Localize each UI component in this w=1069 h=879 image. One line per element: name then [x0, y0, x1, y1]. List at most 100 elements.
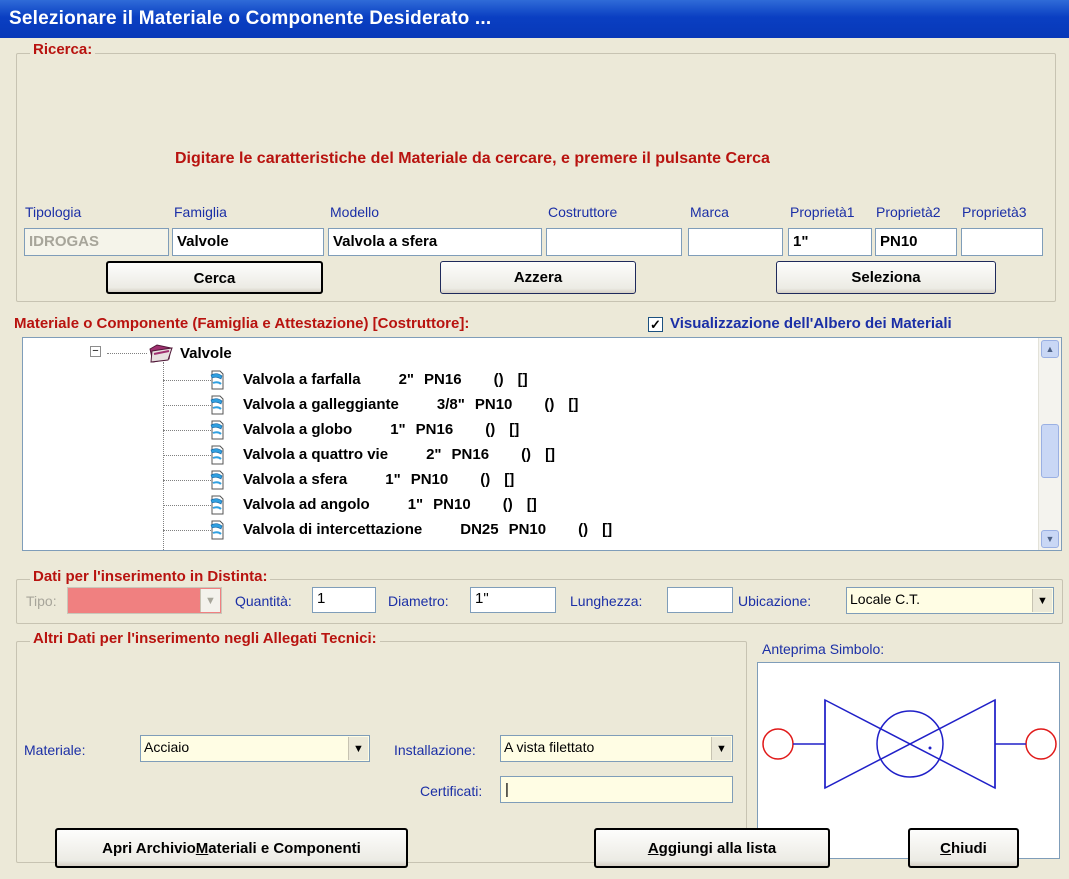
- installazione-select[interactable]: A vista filettato ▼: [500, 735, 733, 762]
- document-icon: [209, 369, 225, 395]
- lunghezza-label: Lunghezza:: [570, 593, 643, 609]
- proprieta2-field[interactable]: PN10: [875, 228, 957, 256]
- installazione-value: A vista filettato: [504, 739, 595, 755]
- scroll-down-icon[interactable]: ▼: [1041, 530, 1059, 548]
- modello-label: Modello: [330, 204, 380, 220]
- tipo-label: Tipo:: [26, 593, 57, 609]
- proprieta3-field[interactable]: [961, 228, 1043, 256]
- tree-item-pn: PN10: [508, 521, 547, 538]
- title-bar[interactable]: Selezionare il Materiale o Componente De…: [0, 0, 1069, 38]
- marca-label: Marca: [690, 204, 729, 220]
- tree-item-a: (): [544, 396, 555, 413]
- modello-field[interactable]: Valvola a sfera: [328, 228, 542, 256]
- tree-item-b: []: [545, 446, 556, 463]
- tipo-dropdown-icon[interactable]: ▼: [200, 589, 220, 612]
- tree-item-pn: PN10: [410, 471, 449, 488]
- famiglia-label: Famiglia: [174, 204, 227, 220]
- installazione-label: Installazione:: [394, 742, 476, 758]
- albero-checkbox[interactable]: ✓: [648, 317, 663, 332]
- window-title: Selezionare il Materiale o Componente De…: [9, 8, 492, 29]
- installazione-dropdown-icon[interactable]: ▼: [711, 737, 731, 760]
- chiudi-button[interactable]: Chiudi: [908, 828, 1019, 868]
- materiale-label: Materiale:: [24, 742, 86, 758]
- scroll-up-icon[interactable]: ▲: [1041, 340, 1059, 358]
- tree-expander-icon[interactable]: −: [90, 346, 101, 357]
- tree-item-a: (): [485, 421, 496, 438]
- proprieta1-field[interactable]: 1": [788, 228, 872, 256]
- document-icon: [209, 469, 225, 495]
- cerca-button-label: Cerca: [193, 270, 236, 287]
- proprieta3-label: Proprietà3: [962, 204, 1027, 220]
- tree-item-name: Valvola a sfera: [243, 471, 348, 488]
- tree-item[interactable]: Valvola a quattro vie 2" PN16 () []: [243, 443, 555, 467]
- materiale-select[interactable]: Acciaio ▼: [140, 735, 370, 762]
- azzera-button[interactable]: Azzera: [440, 261, 636, 294]
- ubicazione-select[interactable]: Locale C.T. ▼: [846, 587, 1054, 614]
- tree-header: Materiale o Componente (Famiglia e Attes…: [14, 315, 470, 332]
- certificati-label: Certificati:: [420, 783, 483, 799]
- tree-item-size: 1": [385, 471, 401, 488]
- tree-scrollbar[interactable]: ▲ ▼: [1038, 338, 1061, 550]
- diametro-field[interactable]: 1": [470, 587, 556, 613]
- materiale-dropdown-icon[interactable]: ▼: [348, 737, 368, 760]
- ubicazione-dropdown-icon[interactable]: ▼: [1032, 589, 1052, 612]
- document-icon: [209, 444, 225, 470]
- open-folder-icon: [147, 342, 175, 368]
- tree-item-a: (): [521, 446, 532, 463]
- tree-item-name: Valvola a quattro vie: [243, 446, 389, 463]
- lunghezza-field[interactable]: [667, 587, 733, 613]
- tree-item-pn: PN16: [451, 446, 490, 463]
- ubicazione-label: Ubicazione:: [738, 593, 812, 609]
- document-icon: [209, 419, 225, 445]
- distinta-legend: Dati per l'inserimento in Distinta:: [30, 568, 271, 585]
- dialog-body: Ricerca: Digitare le caratteristiche del…: [0, 38, 1069, 879]
- tree-item[interactable]: Valvola a farfalla 2" PN16 () []: [243, 368, 528, 392]
- tree-item[interactable]: Valvola a galleggiante 3/8" PN10 () []: [243, 393, 578, 417]
- tipo-select[interactable]: ▼: [67, 587, 222, 614]
- tree-item[interactable]: Valvola di intercettazione DN25 PN10 () []: [243, 518, 612, 542]
- tree-item-size: 1": [407, 496, 424, 513]
- materials-tree[interactable]: − Valvole Valvola a farfalla 2" PN16()[] Va…: [22, 337, 1062, 551]
- tipologia-field[interactable]: IDROGAS: [24, 228, 169, 256]
- tree-item[interactable]: Valvola ad angolo 1" PN10 () []: [243, 493, 537, 517]
- tree-item-size: DN25: [460, 521, 499, 538]
- cerca-button[interactable]: Cerca: [106, 261, 323, 294]
- tree-item-pn: PN16: [424, 371, 462, 388]
- document-icon: [209, 519, 225, 545]
- tree-item-size: 2": [398, 371, 415, 388]
- tree-item-a: (): [502, 496, 513, 513]
- diametro-label: Diametro:: [388, 593, 449, 609]
- seleziona-button[interactable]: Seleziona: [776, 261, 996, 294]
- quantita-label: Quantità:: [235, 593, 292, 609]
- ricerca-legend: Ricerca:: [30, 41, 96, 58]
- tree-item-size: 3/8": [436, 396, 465, 413]
- marca-field[interactable]: [688, 228, 783, 256]
- tree-folder-valvole[interactable]: Valvole: [180, 342, 232, 366]
- tree-item-name: Valvola a farfalla: [243, 371, 361, 388]
- tree-item[interactable]: Valvola a sfera 1" PN10 () []: [243, 468, 514, 492]
- aggiungi-label: Aggiungi alla lista: [647, 840, 777, 857]
- costruttore-field[interactable]: [546, 228, 682, 256]
- albero-checkbox-label[interactable]: Visualizzazione dell'Albero dei Material…: [670, 315, 952, 332]
- certificati-field[interactable]: |: [500, 776, 733, 803]
- tree-item-name: Valvola a globo: [243, 421, 353, 438]
- ubicazione-value: Locale C.T.: [850, 591, 921, 607]
- apri-archivio-button[interactable]: Apri Archivio Materiali e Componenti: [55, 828, 408, 868]
- tree-item-b: []: [504, 471, 515, 488]
- quantita-field[interactable]: 1: [312, 587, 376, 613]
- materiale-value: Acciaio: [144, 739, 190, 755]
- document-icon: [209, 394, 225, 420]
- tree-item[interactable]: Valvola a globo 1" PN16 () []: [243, 418, 519, 442]
- scroll-thumb[interactable]: [1041, 424, 1059, 478]
- famiglia-field[interactable]: Valvole: [172, 228, 324, 256]
- tree-item-b: []: [509, 421, 520, 438]
- tree-item-a: (): [493, 371, 504, 388]
- aggiungi-alla-lista-button[interactable]: Aggiungi alla lista: [594, 828, 830, 868]
- costruttore-label: Costruttore: [548, 204, 618, 220]
- proprieta1-label: Proprietà1: [790, 204, 855, 220]
- tree-item-b: []: [602, 521, 613, 538]
- tree-item-pn: PN10: [474, 396, 513, 413]
- tree-item-pn: PN16: [415, 421, 454, 438]
- seleziona-button-label: Seleziona: [851, 269, 921, 286]
- search-instruction: Digitare le caratteristiche del Material…: [175, 150, 770, 167]
